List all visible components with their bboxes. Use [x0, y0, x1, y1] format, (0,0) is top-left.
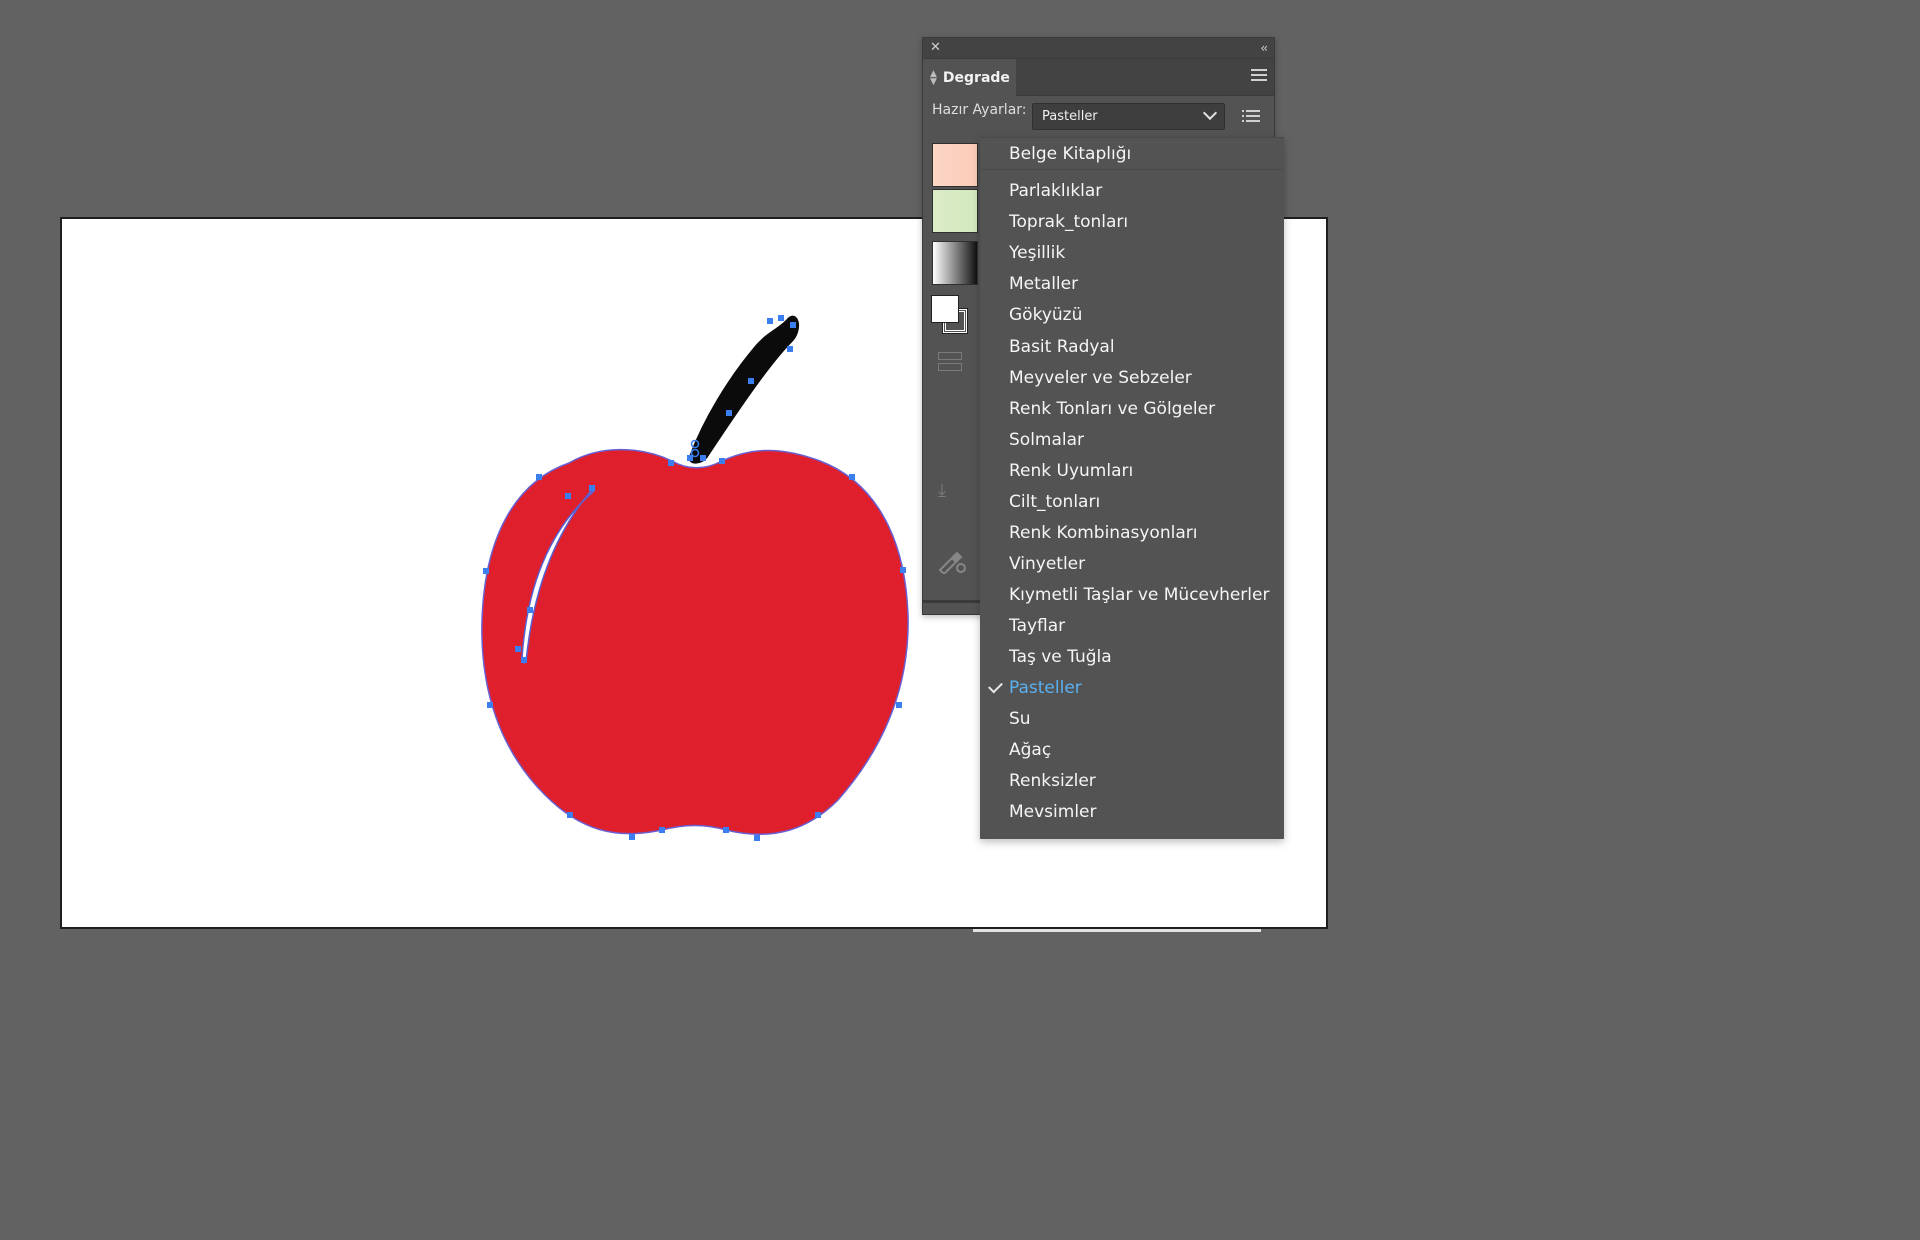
menu-item[interactable]: Renk Uyumları: [980, 456, 1284, 486]
menu-separator: [980, 169, 1284, 170]
menu-item-label: Tayflar: [1009, 616, 1066, 636]
panel-titlebar[interactable]: ✕ ‹‹: [923, 38, 1274, 59]
menu-item[interactable]: Renk Kombinasyonları: [980, 518, 1284, 548]
menu-item-label: Renk Tonları ve Gölgeler: [1009, 399, 1216, 419]
menu-item[interactable]: Pasteller: [980, 673, 1284, 703]
checkmark-icon: [988, 678, 1003, 694]
menu-item-label: Ağaç: [1009, 740, 1052, 760]
menu-item-label: Pasteller: [1009, 678, 1082, 698]
menu-item-label: Basit Radyal: [1009, 337, 1115, 357]
menu-item-label: Renksizler: [1009, 771, 1096, 791]
close-icon[interactable]: ✕: [930, 40, 941, 56]
menu-item-label: Belge Kitaplığı: [1009, 144, 1132, 164]
menu-item-label: Meyveler ve Sebzeler: [1009, 368, 1192, 388]
menu-item-label: Toprak_tonları: [1009, 212, 1129, 232]
menu-item-label: Parlaklıklar: [1009, 181, 1103, 201]
list-view-icon[interactable]: [1242, 110, 1260, 124]
menu-item-label: Su: [1009, 709, 1031, 729]
menu-item-label: Yeşillik: [1009, 243, 1066, 263]
menu-item[interactable]: Kıymetli Taşlar ve Mücevherler: [980, 580, 1284, 610]
presets-dropdown[interactable]: Pasteller: [1032, 103, 1225, 130]
menu-item[interactable]: Mevsimler: [980, 797, 1284, 827]
menu-item[interactable]: Metaller: [980, 269, 1284, 299]
menu-item[interactable]: Su: [980, 704, 1284, 734]
chevron-down-icon: [1202, 105, 1218, 121]
menu-item-label: Gökyüzü: [1009, 305, 1083, 325]
panel-tabbar: ▲ ▼ Degrade: [923, 59, 1274, 96]
gradient-swatch[interactable]: [932, 241, 978, 285]
tab-gradient[interactable]: ▲ ▼ Degrade: [923, 59, 1016, 96]
menu-item[interactable]: Gökyüzü: [980, 300, 1284, 330]
presets-dropdown-value: Pasteller: [1042, 109, 1098, 124]
menu-item[interactable]: Yeşillik: [980, 238, 1284, 268]
menu-item-label: Metaller: [1009, 274, 1079, 294]
updown-icon: ▲ ▼: [930, 68, 937, 87]
menu-item[interactable]: Tayflar: [980, 611, 1284, 641]
apple-body[interactable]: [481, 448, 909, 836]
menu-item[interactable]: Parlaklıklar: [980, 176, 1284, 206]
menu-item[interactable]: Basit Radyal: [980, 332, 1284, 362]
menu-item-label: Renk Uyumları: [1009, 461, 1134, 481]
save-icon: ⤓: [938, 480, 946, 501]
gradient-swatch[interactable]: [932, 189, 978, 233]
menu-item[interactable]: Vinyetler: [980, 549, 1284, 579]
menu-item[interactable]: Cilt_tonları: [980, 487, 1284, 517]
menu-item-label: Mevsimler: [1009, 802, 1097, 822]
menu-item[interactable]: Solmalar: [980, 425, 1284, 455]
presets-label: Hazır Ayarlar:: [932, 102, 1027, 118]
menu-item[interactable]: Taş ve Tuğla: [980, 642, 1284, 672]
menu-item-label: Renk Kombinasyonları: [1009, 523, 1198, 543]
panel-divider: [922, 600, 980, 603]
menu-item[interactable]: Belge Kitaplığı: [980, 139, 1284, 169]
apple-stem[interactable]: [688, 315, 799, 464]
menu-item-label: Vinyetler: [1009, 554, 1086, 574]
panel-title: Degrade: [942, 69, 1010, 86]
menu-item-label: Kıymetli Taşlar ve Mücevherler: [1009, 585, 1270, 605]
menu-item-label: Cilt_tonları: [1009, 492, 1101, 512]
fill-stroke-icon[interactable]: [931, 295, 975, 337]
eyedropper-icon: [938, 551, 966, 574]
gradient-type-icon: [938, 352, 962, 374]
gradient-swatch[interactable]: [932, 143, 978, 187]
menu-item-label: Taş ve Tuğla: [1009, 647, 1112, 667]
menu-item[interactable]: Toprak_tonları: [980, 207, 1284, 237]
fill-box[interactable]: [931, 295, 959, 323]
presets-menu: Belge Kitaplığı Parlaklıklar Toprak_tonlar…: [980, 137, 1284, 839]
menu-item-label: Solmalar: [1009, 430, 1085, 450]
menu-item[interactable]: Meyveler ve Sebzeler: [980, 363, 1284, 393]
hamburger-menu-icon[interactable]: [1251, 69, 1267, 83]
menu-item[interactable]: Renk Tonları ve Gölgeler: [980, 394, 1284, 424]
menu-item[interactable]: Ağaç: [980, 735, 1284, 765]
collapse-icon[interactable]: ‹‹: [1260, 40, 1267, 56]
menu-item[interactable]: Renksizler: [980, 766, 1284, 796]
presets-row: Hazır Ayarlar:: [932, 102, 1027, 118]
